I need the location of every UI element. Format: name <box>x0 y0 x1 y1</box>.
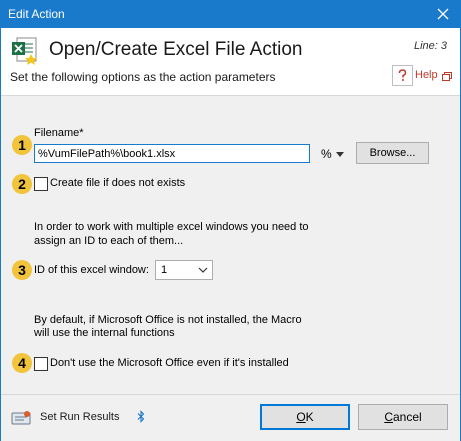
step-badge-1: 1 <box>12 135 32 155</box>
create-file-checkbox[interactable] <box>34 177 48 191</box>
window-id-info-line1: In order to work with multiple excel win… <box>34 221 309 233</box>
action-subtitle: Set the following options as the action … <box>10 70 276 84</box>
help-link[interactable]: Help <box>415 69 438 81</box>
ok-button[interactable]: OK <box>260 404 350 430</box>
title-bar[interactable]: Edit Action <box>1 1 460 28</box>
step-badge-4: 4 <box>12 353 32 373</box>
window-id-value: 1 <box>161 264 168 276</box>
chevron-down-icon <box>198 261 208 285</box>
office-info-line1: By default, if Microsoft Office is not i… <box>34 314 302 326</box>
chevron-down-icon <box>335 151 344 157</box>
popout-icon[interactable] <box>442 70 452 84</box>
window-id-label: ID of this excel window: <box>34 264 149 276</box>
dont-use-office-checkbox[interactable] <box>34 357 48 371</box>
run-results-icon[interactable] <box>11 410 31 429</box>
office-info-line2: will use the internal functions <box>34 327 175 339</box>
close-icon[interactable] <box>432 4 454 24</box>
action-title: Open/Create Excel File Action <box>49 39 303 60</box>
window-id-select[interactable]: 1 <box>155 260 213 280</box>
cancel-button-label: Cancel <box>384 410 422 424</box>
action-header: Open/Create Excel File Action Line: 3 Se… <box>1 28 460 96</box>
set-run-results-link[interactable]: Set Run Results <box>40 411 119 423</box>
window-title: Edit Action <box>8 7 65 21</box>
window-id-info-line2: assign an ID to each of them... <box>34 235 184 247</box>
ok-button-label: OK <box>296 410 314 424</box>
dont-use-office-label: Don't use the Microsoft Office even if i… <box>50 357 289 369</box>
excel-file-icon <box>10 36 40 66</box>
cancel-button[interactable]: Cancel <box>358 404 448 430</box>
create-file-label: Create file if does not exists <box>50 177 186 189</box>
variable-dropdown[interactable]: % <box>321 145 349 163</box>
browse-button[interactable]: Browse... <box>356 142 429 164</box>
dialog-footer: Set Run Results OK Cancel <box>1 394 460 441</box>
bluetooth-icon <box>137 410 145 426</box>
filename-label: Filename* <box>34 127 84 139</box>
line-number: Line: 3 <box>413 40 447 52</box>
variable-dropdown-label: % <box>321 147 332 161</box>
step-badge-2: 2 <box>12 174 32 194</box>
step-badge-3: 3 <box>12 260 32 280</box>
filename-input[interactable] <box>34 144 310 163</box>
help-icon[interactable] <box>392 65 413 86</box>
edit-action-dialog: Edit Action Open/Create Excel File Actio… <box>0 0 461 441</box>
